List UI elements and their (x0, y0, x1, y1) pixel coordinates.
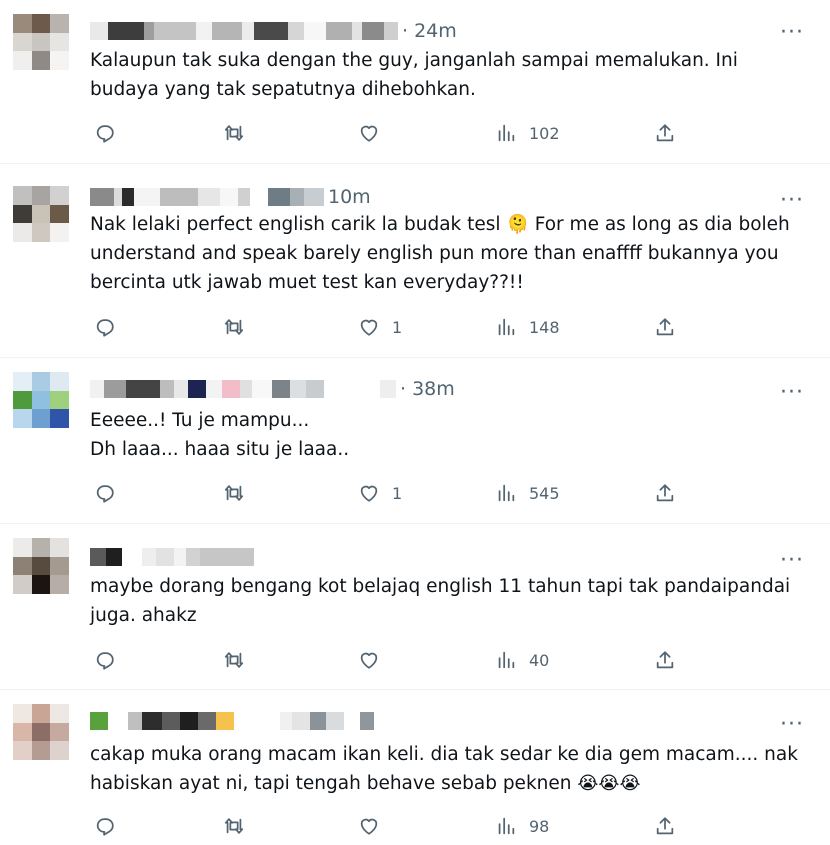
tweet[interactable]: · 24m ··· Kalaupun tak suka dengan the g… (0, 0, 830, 164)
reply-button[interactable] (94, 645, 128, 675)
retweet-button[interactable] (223, 118, 257, 148)
more-icon[interactable]: ··· (780, 190, 804, 212)
tweet-header: 10m (90, 184, 371, 210)
like-button[interactable] (358, 811, 392, 841)
retweet-button[interactable] (223, 811, 257, 841)
share-button[interactable] (654, 118, 676, 148)
melting-face-emoji: 🫠 (506, 214, 529, 235)
action-bar: 1 148 (90, 312, 710, 342)
views-button[interactable]: 40 (495, 645, 549, 675)
tweet[interactable]: ··· maybe dorang bengang kot belajaq eng… (0, 524, 830, 690)
reply-icon (96, 319, 114, 337)
tweet-header: · 24m (90, 18, 457, 44)
action-bar: 40 (90, 645, 710, 675)
retweet-button[interactable] (223, 312, 257, 342)
action-bar: 102 (90, 118, 710, 148)
more-icon[interactable]: ··· (780, 22, 804, 44)
tweet[interactable]: 10m ··· Nak lelaki perfect english carik… (0, 164, 830, 358)
heart-icon (360, 125, 378, 142)
like-button[interactable] (358, 645, 392, 675)
more-icon[interactable]: ··· (780, 550, 804, 572)
avatar[interactable] (13, 372, 69, 428)
heart-icon (360, 818, 378, 835)
reply-icon (96, 485, 114, 503)
tweet-text: Eeeee..! Tu je mampu... Dh laaa... haaa … (90, 410, 350, 460)
like-button[interactable]: 1 (358, 478, 402, 508)
tweet-header: · 38m (90, 376, 455, 402)
share-button[interactable] (654, 478, 676, 508)
views-button[interactable]: 148 (495, 312, 560, 342)
heart-icon (360, 485, 378, 502)
avatar[interactable] (13, 186, 69, 242)
display-name-redacted[interactable] (90, 548, 106, 566)
more-icon[interactable]: ··· (780, 382, 804, 404)
username-redacted[interactable] (268, 188, 290, 206)
display-name-redacted[interactable] (90, 22, 108, 40)
tweet-feed: · 24m ··· Kalaupun tak suka dengan the g… (0, 0, 830, 845)
more-icon[interactable]: ··· (780, 714, 804, 736)
reply-icon (96, 125, 114, 143)
reply-icon (96, 652, 114, 670)
views-icon (498, 817, 515, 835)
tweet-header (90, 708, 374, 734)
views-icon (498, 651, 515, 669)
tweet-header (90, 544, 254, 570)
heart-icon (360, 319, 378, 336)
tweet[interactable]: · 38m ··· Eeeee..! Tu je mampu... Dh laa… (0, 358, 830, 524)
views-icon (498, 318, 515, 336)
reply-button[interactable] (94, 118, 128, 148)
share-icon (656, 484, 674, 502)
avatar[interactable] (13, 14, 69, 70)
heart-icon (360, 652, 378, 669)
tweet-text: maybe dorang bengang kot belajaq english… (90, 576, 791, 626)
retweet-icon (224, 319, 244, 335)
display-name-redacted[interactable] (90, 712, 108, 730)
retweet-icon (224, 485, 244, 501)
avatar[interactable] (13, 704, 69, 760)
share-icon (656, 318, 674, 336)
retweet-button[interactable] (223, 645, 257, 675)
share-icon (656, 817, 674, 835)
views-icon (498, 484, 515, 502)
like-button[interactable] (358, 118, 392, 148)
reply-button[interactable] (94, 312, 128, 342)
retweet-icon (224, 125, 244, 141)
share-icon (656, 124, 674, 142)
like-button[interactable]: 1 (358, 312, 402, 342)
username-redacted[interactable] (254, 22, 288, 40)
timestamp[interactable]: · 24m (402, 20, 457, 42)
views-icon (498, 124, 515, 142)
share-button[interactable] (654, 811, 676, 841)
tweet-text: Nak lelaki perfect english carik la buda… (90, 214, 790, 293)
crying-face-emoji: 😭😭😭 (577, 773, 641, 794)
views-button[interactable]: 98 (495, 811, 549, 841)
reply-icon (96, 818, 114, 836)
reply-button[interactable] (94, 478, 128, 508)
action-bar: 1 545 (90, 478, 710, 508)
views-button[interactable]: 102 (495, 118, 560, 148)
tweet-text: cakap muka orang macam ikan keli. dia ta… (90, 744, 798, 794)
tweet-text: Kalaupun tak suka dengan the guy, jangan… (90, 50, 738, 100)
views-button[interactable]: 545 (495, 478, 560, 508)
display-name-redacted[interactable] (90, 188, 114, 206)
retweet-icon (224, 818, 244, 834)
action-bar: 98 (90, 811, 710, 841)
username-redacted[interactable] (280, 712, 292, 730)
reply-button[interactable] (94, 811, 128, 841)
share-icon (656, 651, 674, 669)
avatar[interactable] (13, 538, 69, 594)
tweet[interactable]: ··· cakap muka orang macam ikan keli. di… (0, 690, 830, 845)
username-redacted[interactable] (252, 380, 272, 398)
share-button[interactable] (654, 645, 676, 675)
username-redacted[interactable] (186, 548, 200, 566)
timestamp[interactable]: 10m (328, 186, 371, 208)
timestamp[interactable]: · 38m (400, 378, 455, 400)
retweet-icon (224, 652, 244, 668)
display-name-redacted[interactable] (90, 380, 104, 398)
share-button[interactable] (654, 312, 676, 342)
retweet-button[interactable] (223, 478, 257, 508)
